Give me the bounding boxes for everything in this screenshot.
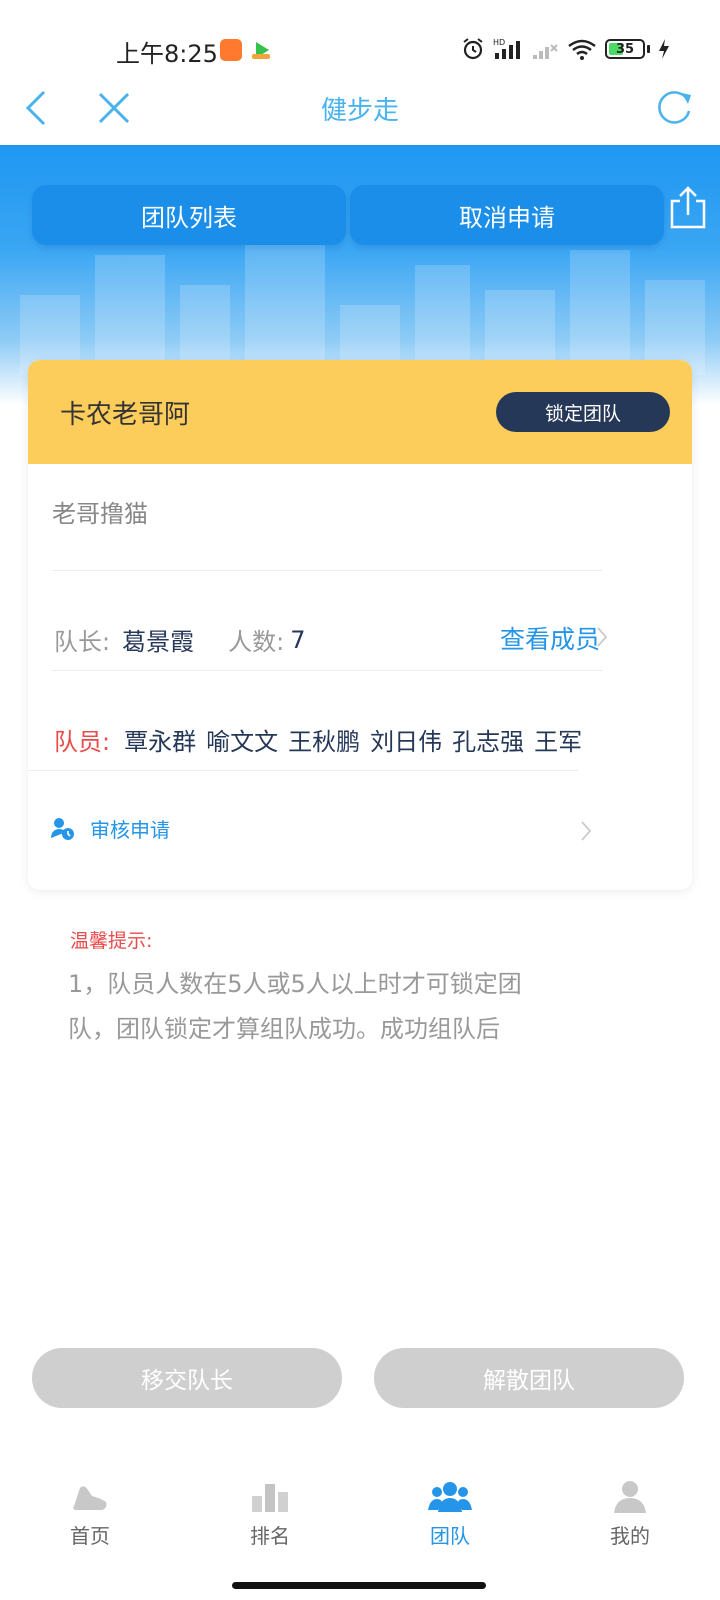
signal-weak-icon xyxy=(533,44,558,59)
member-name: 刘日伟 xyxy=(370,728,443,756)
city-skyline-illustration xyxy=(20,245,705,375)
tab-ranking[interactable]: 排名 xyxy=(180,1480,360,1570)
team-card-header: 卡农老哥阿 锁定团队 xyxy=(28,360,692,464)
bottom-tab-bar: 首页 排名 团队 我的 xyxy=(0,1480,720,1570)
team-icon xyxy=(428,1482,472,1512)
team-slogan: 老哥撸猫 xyxy=(52,500,148,528)
team-name: 卡农老哥阿 xyxy=(60,400,191,430)
tips-title: 温馨提示: xyxy=(70,930,153,952)
battery-tip xyxy=(647,45,650,53)
leader-label: 队长: xyxy=(54,628,111,656)
count-value: 7 xyxy=(290,625,306,654)
transfer-leader-button[interactable]: 移交队长 xyxy=(32,1348,342,1408)
tab-mine[interactable]: 我的 xyxy=(540,1480,720,1570)
battery-icon: 35 xyxy=(605,39,645,59)
signal-hd-icon: HD xyxy=(493,38,520,59)
member-name: 王军 xyxy=(534,728,583,756)
page-title: 健步走 xyxy=(320,96,399,126)
tab-team[interactable]: 团队 xyxy=(360,1480,540,1570)
divider xyxy=(52,570,602,571)
divider xyxy=(28,770,578,771)
svg-text:HD: HD xyxy=(493,38,505,47)
user-icon xyxy=(614,1481,646,1513)
members-row: 队员: 覃永群 喻文文 王秋鹏 刘日伟 孔志强 王军 xyxy=(54,722,592,757)
tips-text: 1，队员人数在5人或5人以上时才可锁定团队，团队锁定才算组队成功。成功组队后 xyxy=(68,970,522,1043)
count-label: 人数: xyxy=(228,628,285,656)
view-members-link[interactable]: 查看成员 xyxy=(500,620,600,656)
review-application-label: 审核申请 xyxy=(90,818,170,842)
members-label: 队员: xyxy=(54,728,111,756)
ranking-icon xyxy=(252,1484,288,1512)
alarm-icon xyxy=(463,38,483,60)
tab-label: 团队 xyxy=(430,1524,470,1548)
tab-home[interactable]: 首页 xyxy=(0,1480,180,1570)
status-icons: HD 35 xyxy=(461,36,670,62)
tab-label: 排名 xyxy=(250,1524,290,1548)
nav-bar: 健步走 xyxy=(0,70,720,145)
team-list-button[interactable]: 团队列表 xyxy=(32,185,346,245)
game-notification-icon xyxy=(250,39,272,61)
user-clock-icon xyxy=(51,817,74,840)
member-name: 覃永群 xyxy=(124,728,197,756)
app-notification-icon xyxy=(220,39,242,61)
member-name: 喻文文 xyxy=(206,728,279,756)
refresh-icon[interactable] xyxy=(654,87,694,131)
team-card: 卡农老哥阿 锁定团队 老哥撸猫 队长: 葛景霞 人数: 7 查看成员 队员: 覃… xyxy=(28,360,692,890)
chevron-right-icon[interactable] xyxy=(596,626,608,652)
lock-team-button[interactable]: 锁定团队 xyxy=(496,392,670,432)
home-indicator[interactable] xyxy=(232,1582,486,1589)
shoe-icon xyxy=(73,1486,107,1510)
wifi-icon xyxy=(568,39,596,60)
cancel-apply-button[interactable]: 取消申请 xyxy=(350,185,664,245)
tab-label: 首页 xyxy=(70,1524,110,1548)
review-application-row[interactable]: 审核申请 xyxy=(50,814,170,843)
status-bar: 上午8:25 HD 35 xyxy=(0,0,720,70)
disband-team-button[interactable]: 解散团队 xyxy=(374,1348,684,1408)
member-name: 王秋鹏 xyxy=(288,728,361,756)
charging-icon xyxy=(659,39,669,59)
leader-row: 队长: 葛景霞 人数: 7 xyxy=(54,622,339,657)
divider xyxy=(52,670,602,671)
tab-label: 我的 xyxy=(610,1524,650,1548)
share-icon[interactable] xyxy=(668,185,708,235)
status-time: 上午8:25 xyxy=(116,40,218,68)
chevron-right-icon[interactable] xyxy=(580,820,592,846)
member-name: 孔志强 xyxy=(452,728,525,756)
leader-name: 葛景霞 xyxy=(122,628,195,656)
